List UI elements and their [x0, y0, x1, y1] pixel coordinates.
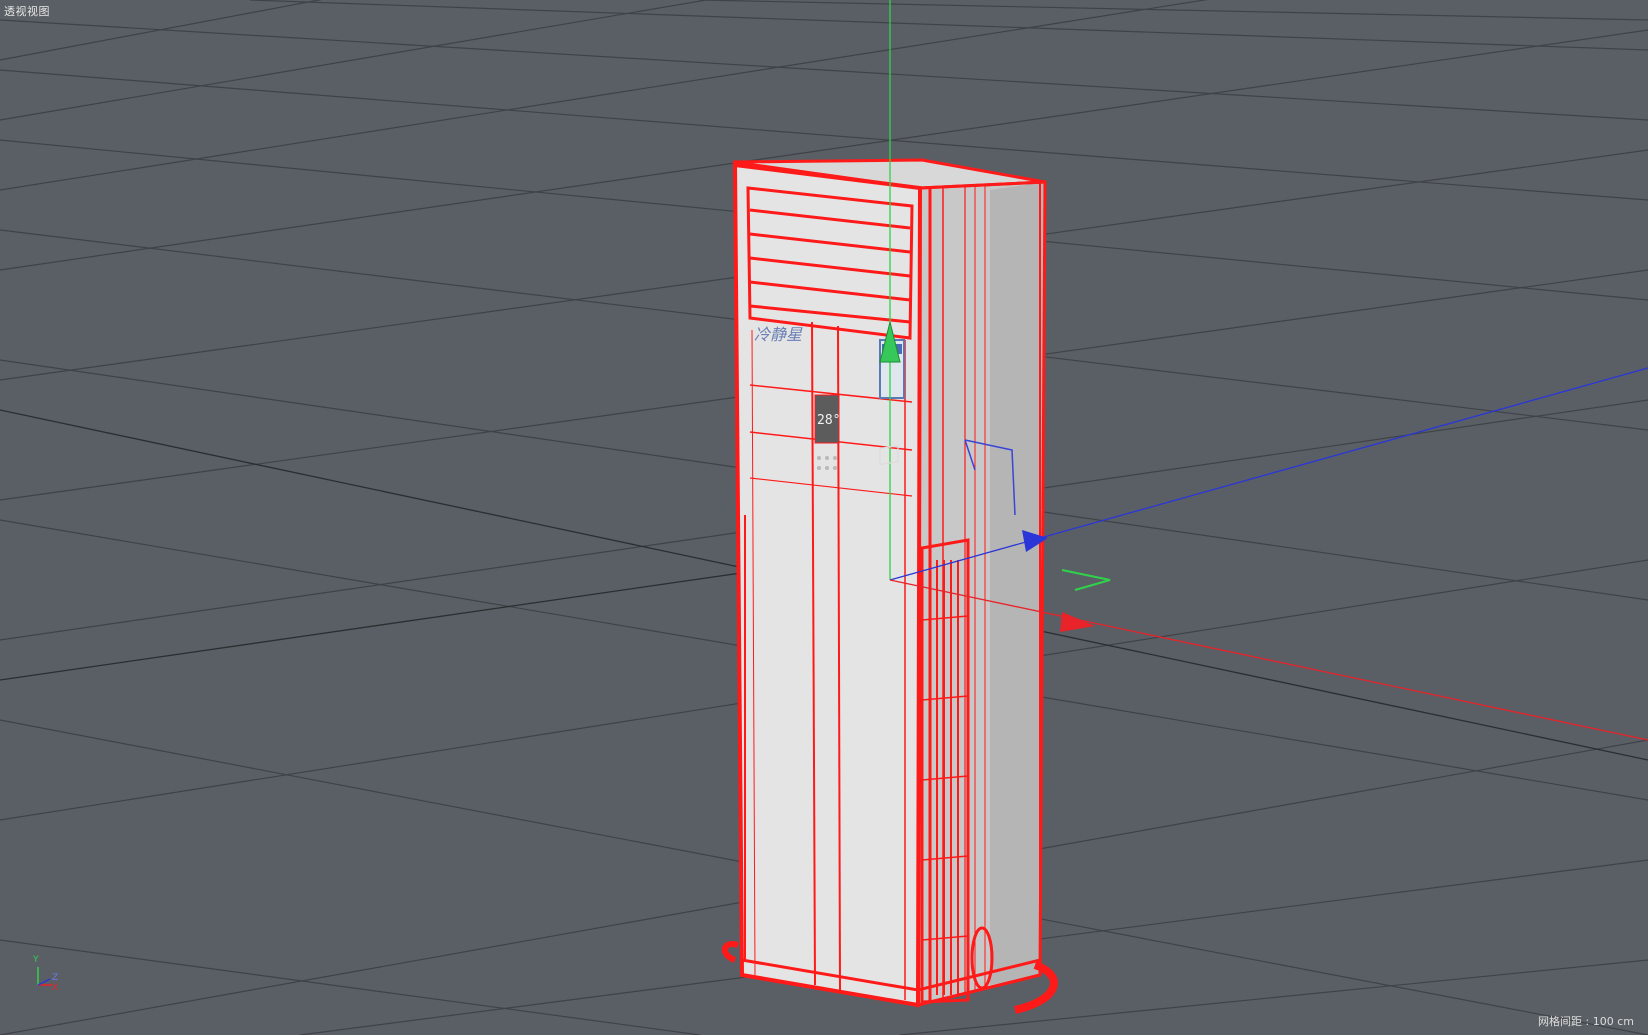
xz-plane-handle[interactable] — [1061, 569, 1111, 591]
mini-axis-z-label: Z — [52, 973, 59, 983]
scene-canvas[interactable]: 冷静星 28° — [0, 0, 1648, 1035]
display-temperature: 28° — [817, 413, 840, 428]
viewport-title[interactable]: 透视视图 — [4, 3, 50, 19]
unit-side-shade — [990, 182, 1045, 985]
grid-spacing-label: 网格间距 : 100 cm — [1538, 1015, 1634, 1028]
mini-axis-x-label: X — [52, 983, 59, 993]
mini-axis-y-label: Y — [33, 955, 39, 965]
mini-axis-indicator: Y Z X — [30, 955, 70, 995]
3d-viewport[interactable]: 冷静星 28° 透视视图 Y Z X 网格间距: 100 cm — [0, 0, 1648, 1035]
brand-logo-text: 冷静星 — [754, 325, 803, 344]
